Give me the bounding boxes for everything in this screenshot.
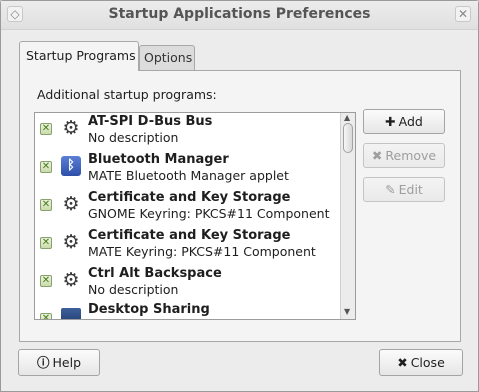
close-x-icon: ✖ [397, 355, 408, 370]
item-name: Ctrl Alt Backspace [88, 266, 222, 281]
list-item[interactable]: ✕ ⚙ Ctrl Alt Backspace No description [35, 265, 341, 303]
enabled-checkbox[interactable]: ✕ [40, 161, 52, 173]
add-button-label: Add [398, 114, 423, 129]
list-item[interactable]: ✕ Desktop Sharing [35, 302, 341, 319]
tab-startup-programs[interactable]: Startup Programs [19, 41, 139, 71]
list-item[interactable]: ✕ ⚙ Certificate and Key Storage MATE Key… [35, 227, 341, 265]
scrollbar-thumb[interactable] [343, 123, 353, 153]
window-title: Startup Applications Preferences [108, 6, 371, 22]
item-name: Certificate and Key Storage [88, 228, 291, 243]
scroll-down-icon[interactable]: ▼ [344, 307, 350, 316]
item-description: No description [88, 130, 179, 145]
scroll-up-icon[interactable]: ▲ [344, 113, 350, 122]
item-name: AT-SPI D-Bus Bus [88, 114, 213, 129]
help-button-label: Help [52, 355, 82, 370]
section-label: Additional startup programs: [37, 87, 217, 102]
item-name: Desktop Sharing [88, 302, 210, 317]
enabled-checkbox[interactable]: ✕ [40, 199, 52, 211]
enabled-checkbox[interactable]: ✕ [40, 237, 52, 249]
enabled-checkbox[interactable]: ✕ [40, 275, 52, 287]
item-description: No description [88, 282, 179, 297]
startup-program-list[interactable]: ✕ ⚙ AT-SPI D-Bus Bus No description ✕ ᛒ … [34, 112, 356, 320]
item-name: Bluetooth Manager [88, 152, 229, 167]
pencil-icon: ✎ [385, 182, 396, 197]
startup-preferences-window: ◇ Startup Applications Preferences ✕ Sta… [0, 0, 479, 392]
enabled-checkbox[interactable]: ✕ [40, 123, 52, 135]
add-button[interactable]: ✚ Add [363, 109, 445, 134]
close-button[interactable]: ✖ Close [379, 349, 463, 376]
item-description: GNOME Keyring: PKCS#11 Component [88, 206, 330, 221]
remove-button-label: Remove [385, 148, 437, 163]
help-icon: ⓘ [36, 355, 50, 370]
gear-icon: ⚙ [62, 231, 80, 253]
remove-button[interactable]: ✖ Remove [363, 143, 445, 168]
item-name: Certificate and Key Storage [88, 190, 291, 205]
gear-icon: ⚙ [62, 193, 80, 215]
edit-button-label: Edit [398, 182, 423, 197]
remove-x-icon: ✖ [371, 148, 383, 163]
gear-icon: ⚙ [62, 117, 80, 139]
titlebar[interactable]: ◇ Startup Applications Preferences ✕ [1, 1, 478, 30]
plus-icon: ✚ [385, 114, 396, 129]
item-description: MATE Keyring: PKCS#11 Component [88, 244, 316, 259]
item-description: MATE Bluetooth Manager applet [88, 168, 289, 183]
list-item[interactable]: ✕ ⚙ AT-SPI D-Bus Bus No description [35, 113, 341, 151]
edit-button[interactable]: ✎ Edit [363, 177, 445, 202]
list-item[interactable]: ✕ ᛒ Bluetooth Manager MATE Bluetooth Man… [35, 151, 341, 189]
gear-icon: ⚙ [62, 269, 80, 291]
enabled-checkbox[interactable]: ✕ [40, 313, 52, 319]
close-icon[interactable]: ✕ [455, 6, 471, 22]
list-scrollbar[interactable]: ▲ ▼ [340, 113, 355, 319]
desktop-sharing-icon [61, 308, 81, 319]
tab-options[interactable]: Options [139, 45, 195, 71]
help-button[interactable]: ⓘ Help [18, 349, 100, 376]
bluetooth-icon: ᛒ [61, 156, 81, 176]
list-item[interactable]: ✕ ⚙ Certificate and Key Storage GNOME Ke… [35, 189, 341, 227]
close-button-label: Close [410, 355, 445, 370]
